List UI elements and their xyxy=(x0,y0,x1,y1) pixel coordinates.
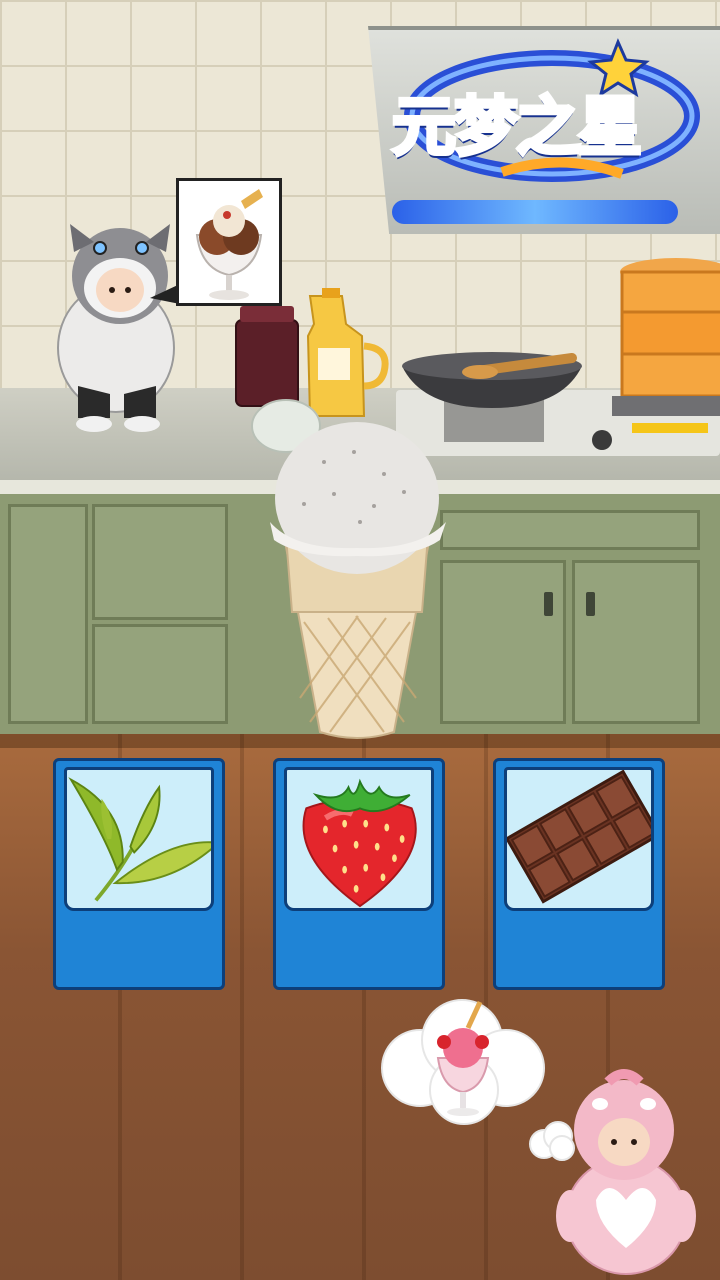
game-logo: 元梦之星 xyxy=(382,34,702,184)
ice-cream-cone xyxy=(270,422,446,739)
range-hood-light xyxy=(392,200,678,224)
order-speech-bubble xyxy=(176,178,282,306)
game-scene: 元梦之星 xyxy=(0,0,720,1280)
ingredient-card-chocolate[interactable] xyxy=(493,758,665,990)
husky-character xyxy=(57,224,175,432)
cabinet-handle xyxy=(544,592,553,616)
cabinet-door xyxy=(440,560,566,724)
cabinet-door xyxy=(92,504,228,620)
card-image-frame xyxy=(504,767,654,911)
ingredient-card-strawberry[interactable] xyxy=(273,758,445,990)
stove-knob-icon xyxy=(592,430,612,450)
logo-text: 元梦之星 xyxy=(390,89,644,167)
cabinet-handle xyxy=(586,592,595,616)
jam-jar-icon xyxy=(235,319,299,407)
cabinet-door xyxy=(572,560,700,724)
cabinet-drawer xyxy=(440,510,700,550)
cabinet-door xyxy=(92,624,228,724)
card-image-frame xyxy=(284,767,434,911)
strawberry-icon xyxy=(302,778,417,908)
tea-leaf-icon xyxy=(68,777,211,902)
customer-thought-cloud xyxy=(381,999,545,1125)
chocolate-bar-icon xyxy=(507,770,651,904)
ingredient-card-tea[interactable] xyxy=(53,758,225,990)
card-image-frame xyxy=(64,767,214,911)
steamer-icon xyxy=(612,258,720,433)
cabinet-door xyxy=(8,504,88,724)
pink-customer-character xyxy=(556,1069,696,1275)
chocolate-sundae-icon xyxy=(195,189,263,300)
